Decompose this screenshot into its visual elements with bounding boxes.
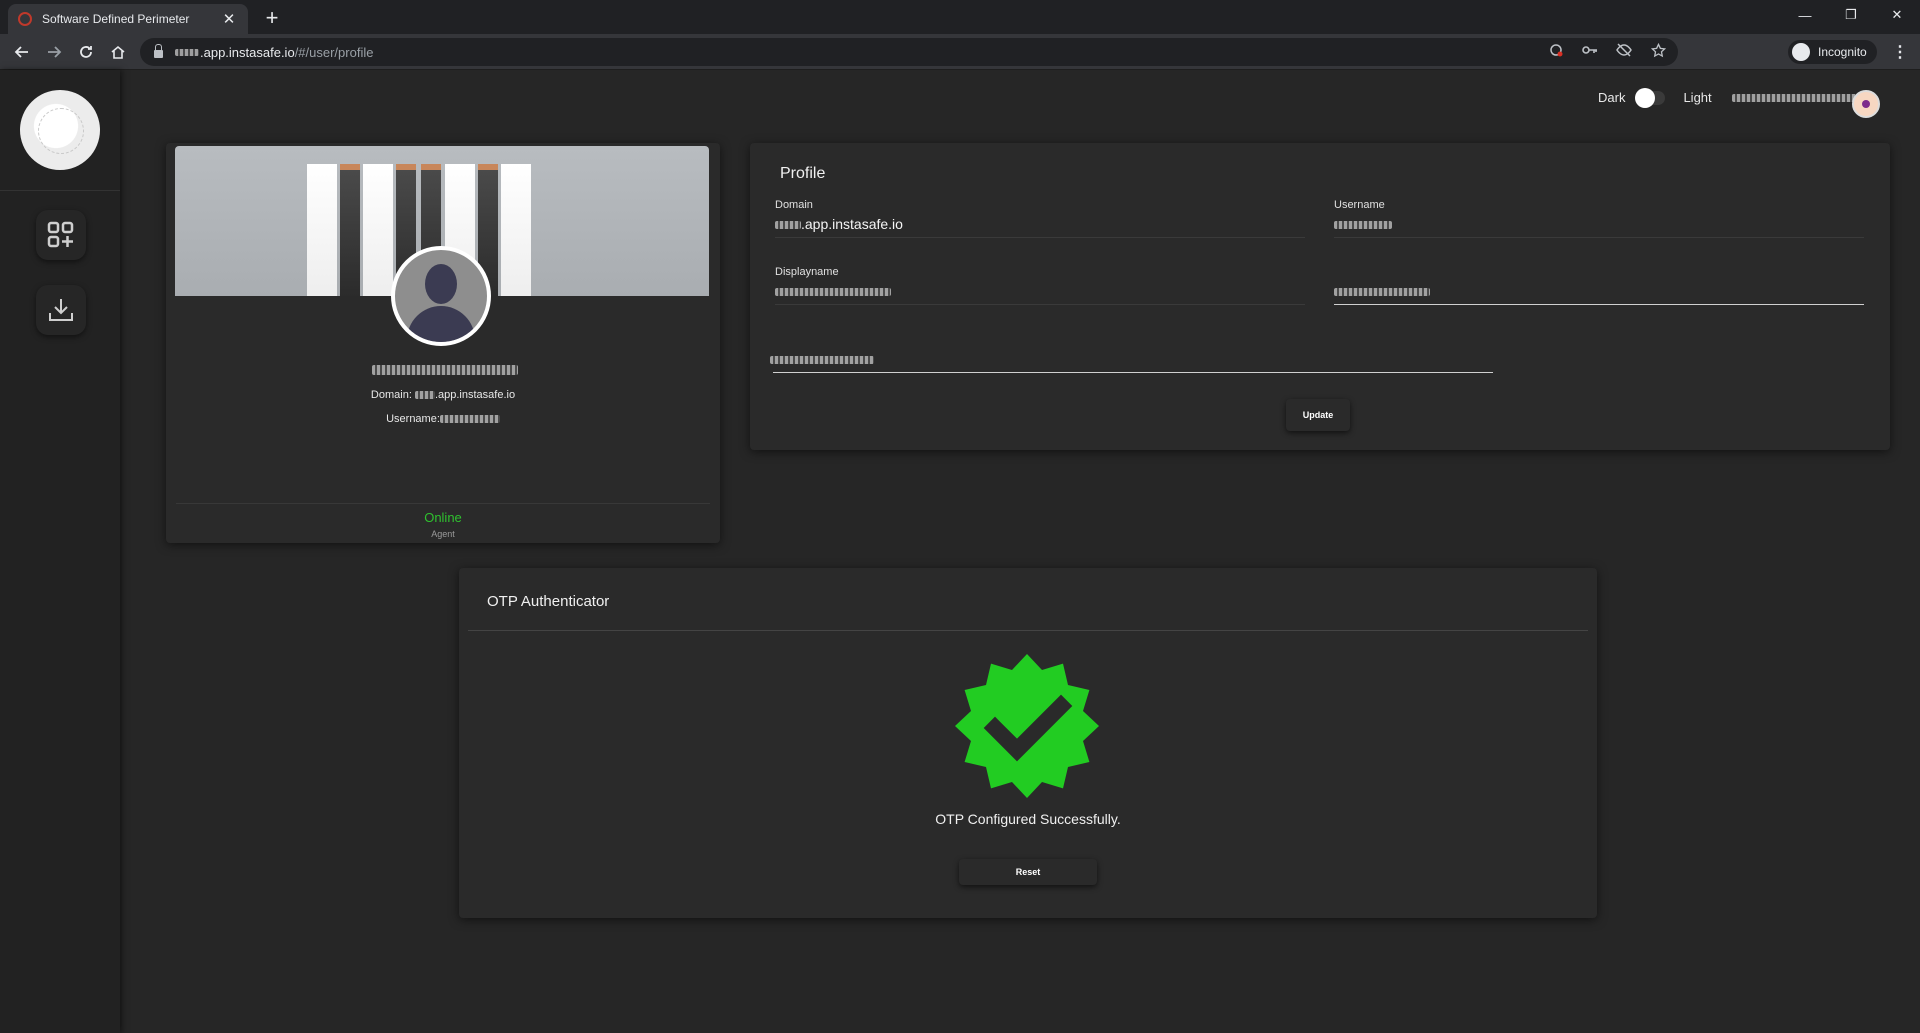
- displayname-input[interactable]: [775, 288, 891, 296]
- url-host: .app.instasafe.io: [200, 44, 295, 60]
- incognito-label: Incognito: [1818, 45, 1867, 59]
- username-label: Username:: [386, 413, 440, 425]
- download-icon: [49, 299, 73, 321]
- domain-field-value: .app.instasafe.io: [801, 216, 903, 232]
- incognito-indicator[interactable]: Incognito: [1788, 40, 1877, 64]
- restore-button[interactable]: ❐: [1828, 0, 1874, 30]
- profile-username-line: Username:: [166, 413, 720, 425]
- favicon-icon: [18, 12, 32, 26]
- url-path: /#/user/profile: [294, 44, 374, 60]
- otp-success-message: OTP Configured Successfully.: [935, 811, 1121, 827]
- lock-icon[interactable]: [154, 43, 163, 58]
- browser-menu-icon[interactable]: ⋮: [1892, 42, 1908, 62]
- sidebar: [0, 70, 120, 1033]
- redacted-user-name: [1731, 93, 1868, 102]
- profile-divider: [176, 503, 710, 504]
- domain-value: .app.instasafe.io: [434, 389, 516, 401]
- reload-icon[interactable]: [74, 40, 98, 64]
- add-application-button[interactable]: [36, 210, 86, 260]
- browser-tab-bar: Software Defined Perimeter ✕ + — ❐ ✕: [0, 0, 1920, 34]
- theme-toggle: Dark Light: [1598, 87, 1868, 108]
- profile-form-card: Profile Domain .app.instasafe.io Usernam…: [750, 143, 1890, 450]
- redacted-subdomain: [414, 391, 435, 400]
- profile-avatar[interactable]: [391, 246, 491, 346]
- redacted-profile-name: [372, 365, 518, 375]
- site-settings-icon[interactable]: [1548, 43, 1564, 59]
- profile-domain-line: Domain: .app.instasafe.io: [166, 389, 720, 401]
- new-tab-button[interactable]: +: [260, 5, 284, 31]
- redacted-username: [439, 415, 500, 424]
- app-main: Dark Light Domain: .app.instasafe.io Use…: [0, 70, 1920, 1033]
- username-field: [1334, 221, 1392, 229]
- incognito-icon: [1792, 43, 1810, 61]
- eye-off-icon[interactable]: [1616, 43, 1632, 59]
- close-window-button[interactable]: ✕: [1874, 0, 1920, 30]
- theme-dark-label: Dark: [1598, 90, 1626, 105]
- home-icon[interactable]: [106, 40, 130, 64]
- apps-add-icon: [47, 221, 74, 248]
- email-input[interactable]: [770, 356, 874, 364]
- domain-label: Domain:: [370, 389, 412, 401]
- theme-light-label: Light: [1683, 90, 1712, 105]
- user-avatar[interactable]: [1852, 90, 1880, 118]
- domain-field: .app.instasafe.io: [775, 216, 903, 232]
- redacted-subdomain: [775, 221, 801, 230]
- username-field-label: Username: [1334, 199, 1385, 211]
- otp-authenticator-card: OTP Authenticator OTP Configured Success…: [459, 568, 1597, 918]
- status-online: Online: [424, 510, 462, 525]
- domain-field-label: Domain: [775, 199, 813, 211]
- domain-underline: [775, 237, 1305, 238]
- tab-title: Software Defined Perimeter: [42, 12, 190, 26]
- name-underline: [1334, 304, 1864, 305]
- sidebar-divider: [0, 190, 120, 191]
- window-controls: — ❐ ✕: [1782, 0, 1920, 30]
- back-icon[interactable]: [10, 40, 34, 64]
- otp-divider: [468, 630, 1588, 631]
- verified-check-icon: [955, 654, 1099, 798]
- star-icon[interactable]: [1650, 42, 1666, 59]
- brand-logo[interactable]: [20, 90, 100, 170]
- address-bar[interactable]: .app.instasafe.io /#/user/profile: [140, 38, 1678, 66]
- address-bar-icons: [1548, 42, 1666, 59]
- reset-button[interactable]: Reset: [959, 859, 1097, 885]
- download-button[interactable]: [36, 285, 86, 335]
- email-underline: [773, 372, 1493, 373]
- browser-tab[interactable]: Software Defined Perimeter ✕: [8, 4, 248, 34]
- profile-summary-card: Domain: .app.instasafe.io Username: Onli…: [166, 143, 720, 543]
- displayname-underline: [775, 304, 1305, 305]
- browser-toolbar: .app.instasafe.io /#/user/profile Incogn…: [0, 34, 1920, 70]
- minimize-button[interactable]: —: [1782, 0, 1828, 30]
- username-underline: [1334, 237, 1864, 238]
- redacted-subdomain: [175, 48, 199, 56]
- displayname-field-label: Displayname: [775, 266, 839, 278]
- update-button[interactable]: Update: [1286, 399, 1350, 431]
- name-input[interactable]: [1334, 288, 1430, 296]
- theme-switch[interactable]: [1635, 87, 1666, 108]
- otp-title: OTP Authenticator: [487, 593, 610, 610]
- key-icon[interactable]: [1582, 43, 1598, 59]
- tab-close-icon[interactable]: ✕: [220, 10, 238, 28]
- profile-form-title: Profile: [780, 165, 826, 182]
- status-sub: Agent: [431, 529, 455, 539]
- forward-icon[interactable]: [42, 40, 66, 64]
